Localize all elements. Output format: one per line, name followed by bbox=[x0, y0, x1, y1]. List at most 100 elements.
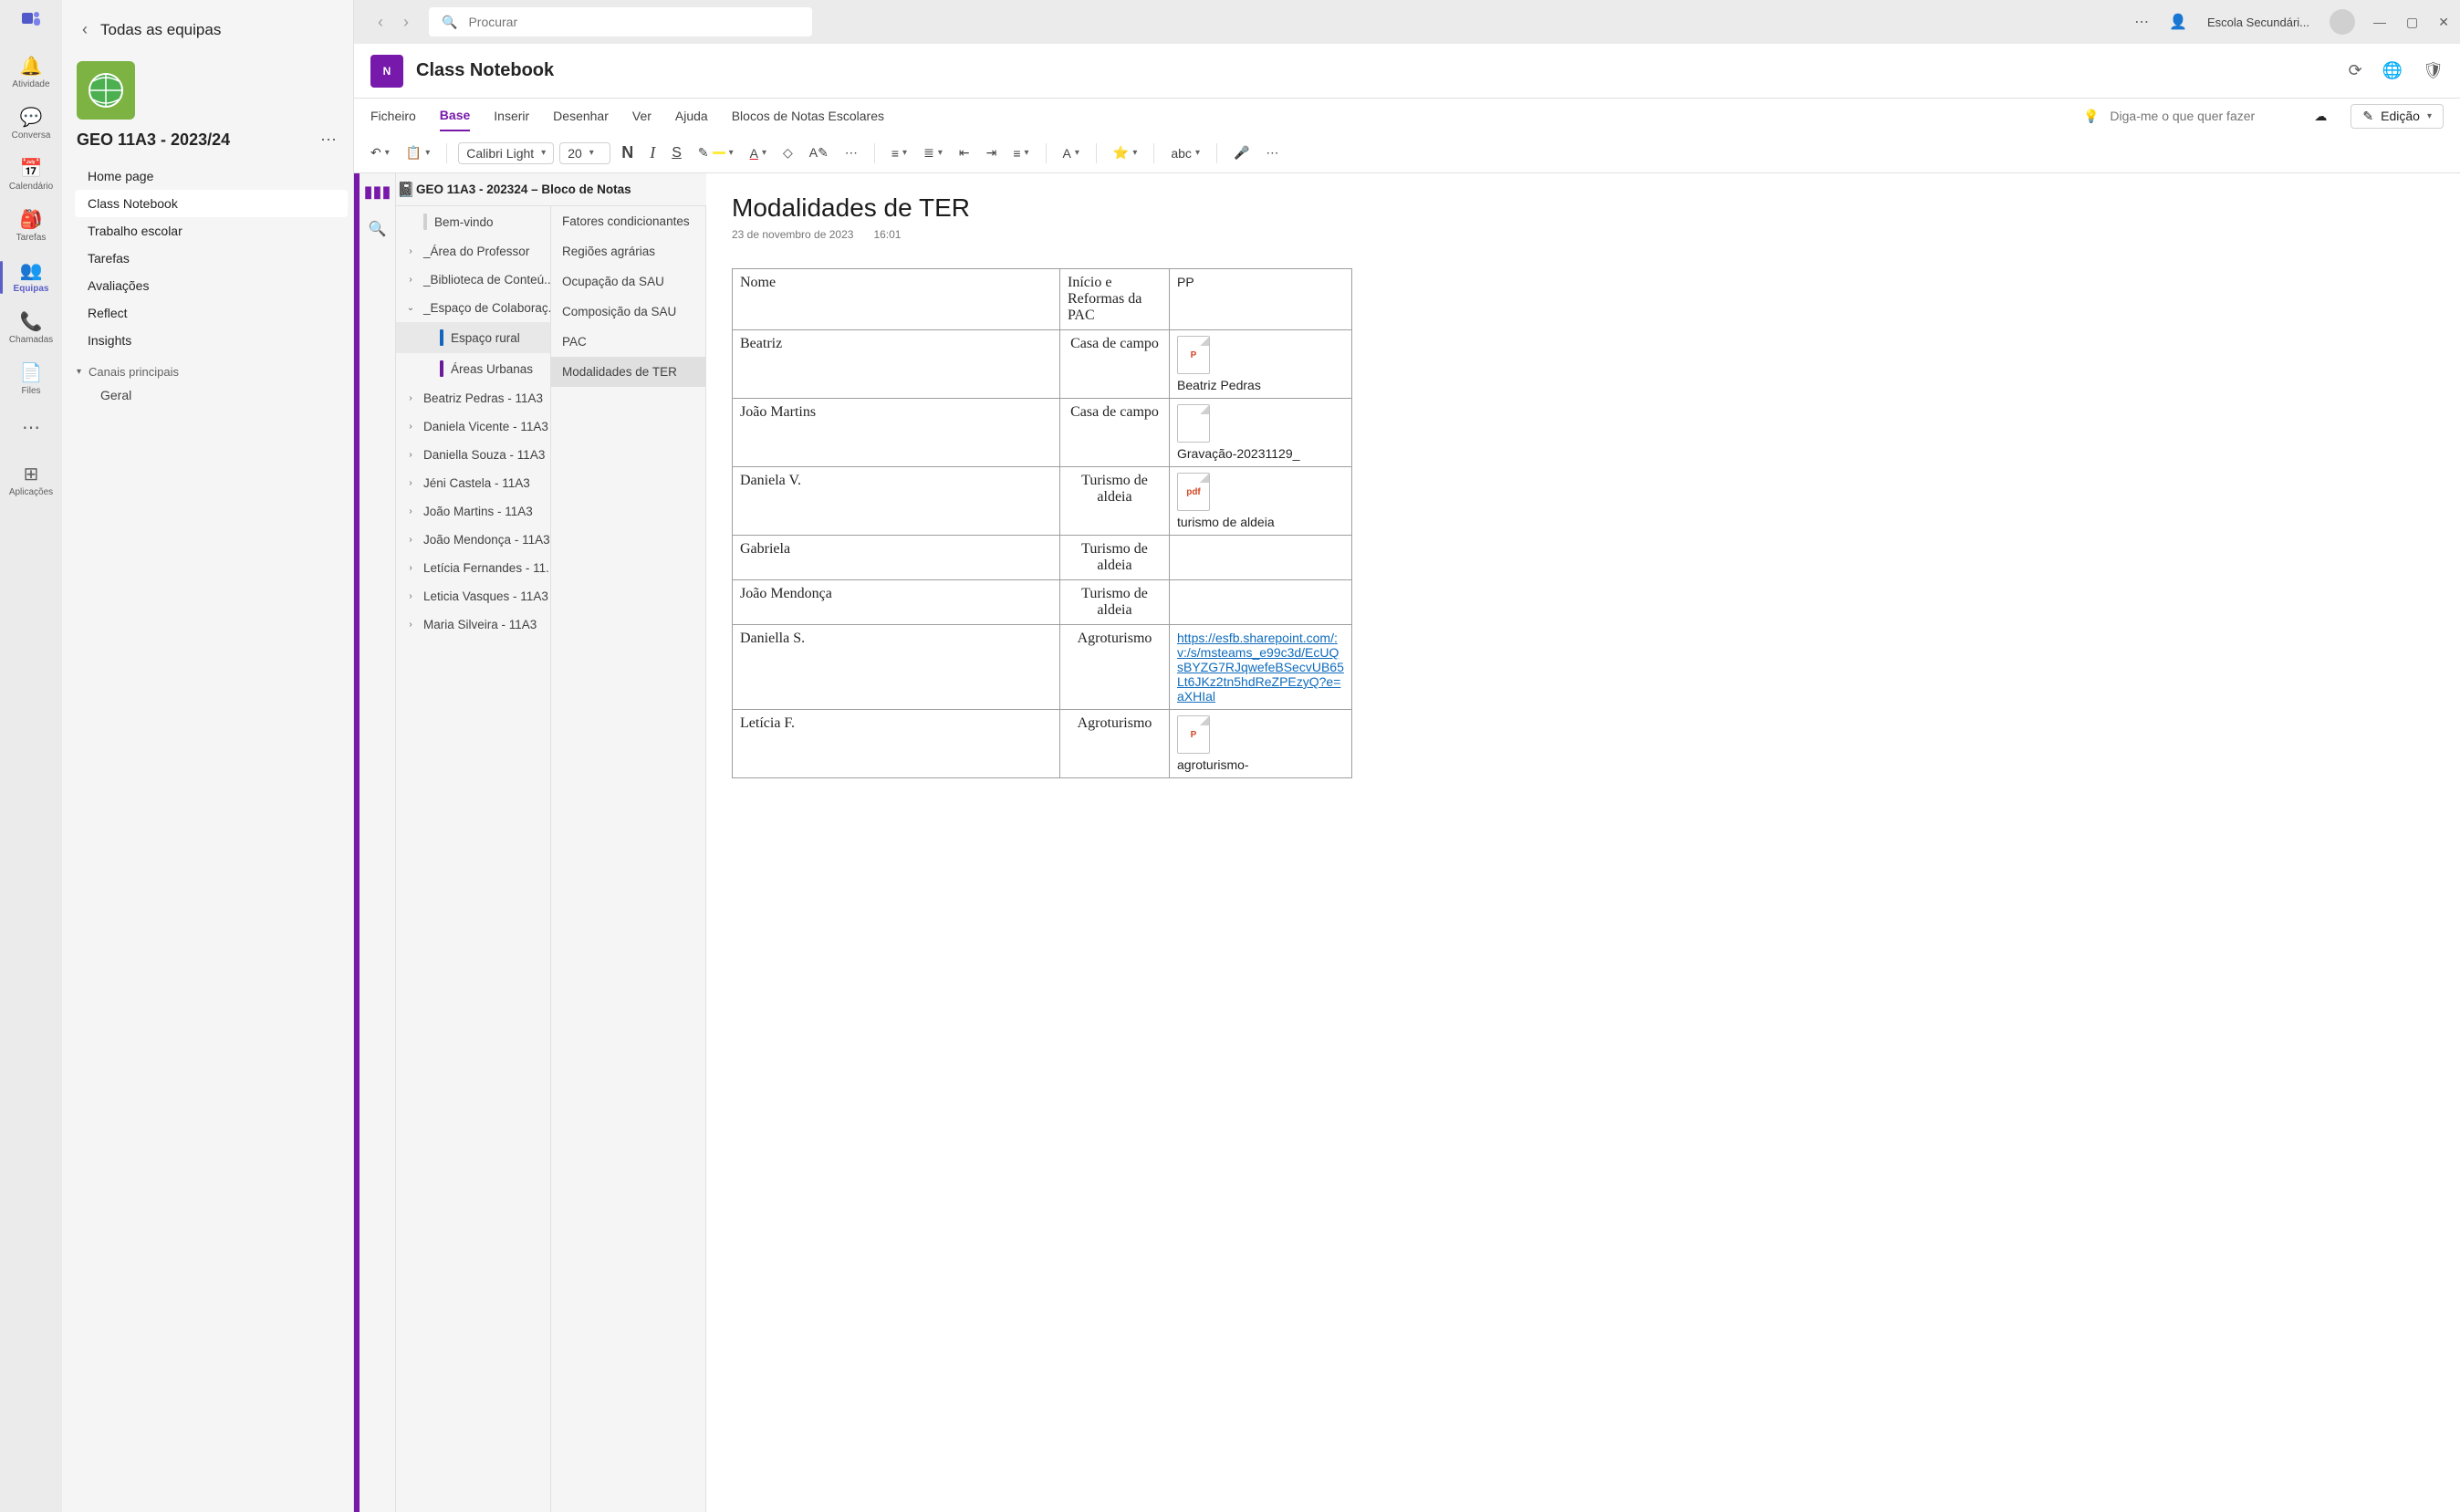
format-painter-button[interactable]: A✎ bbox=[804, 141, 834, 164]
channel-grades[interactable]: Avaliações bbox=[75, 272, 348, 299]
cell-topic[interactable]: Turismo de aldeia bbox=[1060, 536, 1170, 580]
cell-topic[interactable]: Casa de campo bbox=[1060, 399, 1170, 467]
cloud-sync-icon[interactable]: ☁ bbox=[2314, 109, 2327, 124]
attachment[interactable]: P agroturismo- bbox=[1177, 715, 1344, 772]
underline-button[interactable]: S bbox=[666, 141, 687, 165]
undo-button[interactable]: ↶▾ bbox=[365, 141, 395, 164]
italic-button[interactable]: I bbox=[644, 140, 661, 166]
library-icon[interactable]: ▮▮▮ bbox=[364, 182, 391, 202]
dictate-button[interactable]: 🎤 bbox=[1228, 141, 1255, 164]
table-row[interactable]: João Martins Casa de campo Gravação-2023… bbox=[733, 399, 1352, 467]
channel-general[interactable]: Geral bbox=[75, 382, 348, 408]
team-avatar[interactable] bbox=[77, 61, 135, 120]
highlight-button[interactable]: ✎▾ bbox=[693, 141, 739, 164]
section-item[interactable]: ›Daniela Vicente - 11A3 bbox=[396, 412, 550, 441]
page-item[interactable]: PAC bbox=[551, 327, 705, 357]
sharepoint-link[interactable]: https://esfb.sharepoint.com/:v:/s/msteam… bbox=[1177, 631, 1344, 704]
nav-back-icon[interactable]: ‹ bbox=[378, 13, 383, 32]
ribbon-tab-file[interactable]: Ficheiro bbox=[370, 101, 416, 130]
cell-topic[interactable]: Agroturismo bbox=[1060, 625, 1170, 710]
note-table[interactable]: Nome Início e Reformas da PAC PP Beatriz… bbox=[732, 268, 1352, 778]
note-title[interactable]: Modalidades de TER bbox=[732, 193, 2434, 223]
notebook-title[interactable]: GEO 11A3 - 202324 – Bloco de Notas bbox=[416, 182, 631, 196]
cell-attachment[interactable]: https://esfb.sharepoint.com/:v:/s/msteam… bbox=[1170, 625, 1352, 710]
section-item[interactable]: ⌄_Espaço de Colaboraç... bbox=[396, 294, 550, 322]
more-options-icon[interactable]: ⋯ bbox=[2134, 13, 2149, 31]
rail-files[interactable]: 📄Files bbox=[0, 354, 62, 405]
attachment[interactable]: Gravação-20231129_ bbox=[1177, 404, 1344, 461]
th-pp[interactable]: PP bbox=[1170, 269, 1352, 330]
people-add-icon[interactable]: 👤 bbox=[2169, 13, 2187, 31]
tag-button[interactable]: ⭐▾ bbox=[1108, 141, 1142, 164]
window-maximize-icon[interactable]: ▢ bbox=[2406, 15, 2418, 30]
section-item[interactable]: ›Letícia Fernandes - 11... bbox=[396, 554, 550, 582]
cell-name[interactable]: João Mendonça bbox=[733, 580, 1060, 625]
page-item[interactable]: Modalidades de TER bbox=[551, 357, 705, 387]
table-row[interactable]: Beatriz Casa de campo P Beatriz Pedras bbox=[733, 330, 1352, 399]
cell-name[interactable]: Gabriela bbox=[733, 536, 1060, 580]
back-all-teams[interactable]: ‹ Todas as equipas bbox=[62, 7, 353, 52]
rail-assignments[interactable]: 🎒Tarefas bbox=[0, 201, 62, 252]
section-item[interactable]: ›Jéni Castela - 11A3 bbox=[396, 469, 550, 497]
table-row[interactable]: Daniela V. Turismo de aldeia pdf turismo… bbox=[733, 467, 1352, 536]
note-canvas[interactable]: Modalidades de TER 23 de novembro de 202… bbox=[706, 173, 2460, 1512]
bullets-button[interactable]: ≡▾ bbox=[886, 142, 912, 164]
search-notebook-icon[interactable]: 🔍 bbox=[369, 220, 387, 238]
paste-button[interactable]: 📋▾ bbox=[401, 141, 435, 164]
attachment[interactable]: P Beatriz Pedras bbox=[1177, 336, 1344, 392]
font-color-button[interactable]: A▾ bbox=[745, 142, 772, 164]
cell-name[interactable]: Daniela V. bbox=[733, 467, 1060, 536]
page-item[interactable]: Composição da SAU bbox=[551, 297, 705, 327]
nav-forward-icon[interactable]: › bbox=[403, 13, 409, 32]
rail-chat[interactable]: 💬Conversa bbox=[0, 99, 62, 150]
cell-attachment[interactable]: Gravação-20231129_ bbox=[1170, 399, 1352, 467]
refresh-icon[interactable]: ⟳ bbox=[2349, 61, 2362, 80]
page-item[interactable]: Fatores condicionantes bbox=[551, 206, 705, 236]
channel-classwork[interactable]: Trabalho escolar bbox=[75, 217, 348, 245]
toolbar-more-button[interactable]: ⋯ bbox=[1260, 141, 1284, 164]
section-item[interactable]: ›João Martins - 11A3 bbox=[396, 497, 550, 526]
channel-reflect[interactable]: Reflect bbox=[75, 299, 348, 327]
window-close-icon[interactable]: ✕ bbox=[2438, 15, 2449, 30]
rail-more-icon[interactable]: ⋯ bbox=[22, 405, 40, 450]
rail-activity[interactable]: 🔔Atividade bbox=[0, 47, 62, 99]
user-avatar[interactable] bbox=[2330, 9, 2355, 35]
cell-name[interactable]: Beatriz bbox=[733, 330, 1060, 399]
ribbon-tab-insert[interactable]: Inserir bbox=[494, 101, 529, 130]
table-row[interactable]: João Mendonça Turismo de aldeia bbox=[733, 580, 1352, 625]
cell-attachment[interactable]: P Beatriz Pedras bbox=[1170, 330, 1352, 399]
shield-icon[interactable]: 🛡 bbox=[2423, 61, 2444, 80]
spelling-button[interactable]: abc▾ bbox=[1165, 142, 1205, 164]
cell-attachment[interactable]: pdf turismo de aldeia bbox=[1170, 467, 1352, 536]
clear-format-button[interactable]: ◇ bbox=[777, 141, 798, 164]
team-more-icon[interactable]: ⋯ bbox=[320, 130, 337, 150]
channel-assignments[interactable]: Tarefas bbox=[75, 245, 348, 272]
section-item[interactable]: Espaço rural bbox=[396, 322, 550, 353]
search-box[interactable]: 🔍 bbox=[429, 7, 812, 36]
cell-name[interactable]: João Martins bbox=[733, 399, 1060, 467]
section-item[interactable]: ›João Mendonça - 11A3 bbox=[396, 526, 550, 554]
table-row[interactable]: Letícia F. Agroturismo P agroturismo- bbox=[733, 710, 1352, 778]
align-button[interactable]: ≡▾ bbox=[1007, 142, 1034, 164]
styles-button[interactable]: A▾ bbox=[1058, 142, 1085, 164]
cell-attachment[interactable] bbox=[1170, 536, 1352, 580]
table-row[interactable]: Daniella S. Agroturismo https://esfb.sha… bbox=[733, 625, 1352, 710]
channel-insights[interactable]: Insights bbox=[75, 327, 348, 354]
rail-calls[interactable]: 📞Chamadas bbox=[0, 303, 62, 354]
section-item[interactable]: ›Beatriz Pedras - 11A3 bbox=[396, 384, 550, 412]
ribbon-tab-draw[interactable]: Desenhar bbox=[553, 101, 609, 130]
ribbon-tab-home[interactable]: Base bbox=[440, 100, 470, 131]
section-item[interactable]: Áreas Urbanas bbox=[396, 353, 550, 384]
th-topic[interactable]: Início e Reformas da PAC bbox=[1060, 269, 1170, 330]
numbering-button[interactable]: ≣▾ bbox=[918, 141, 948, 164]
th-name[interactable]: Nome bbox=[733, 269, 1060, 330]
globe-icon[interactable]: 🌐 bbox=[2382, 61, 2403, 80]
section-item[interactable]: ›_Biblioteca de Conteú... bbox=[396, 266, 550, 294]
editing-mode-button[interactable]: ✎ Edição ▾ bbox=[2351, 104, 2444, 129]
bold-button[interactable]: N bbox=[616, 140, 639, 166]
rail-calendar[interactable]: 📅Calendário bbox=[0, 150, 62, 201]
cell-attachment[interactable] bbox=[1170, 580, 1352, 625]
channels-section-header[interactable]: ▾ Canais principais bbox=[75, 354, 348, 382]
section-item[interactable]: ›Maria Silveira - 11A3 bbox=[396, 610, 550, 639]
section-item[interactable]: ›Leticia Vasques - 11A3 bbox=[396, 582, 550, 610]
